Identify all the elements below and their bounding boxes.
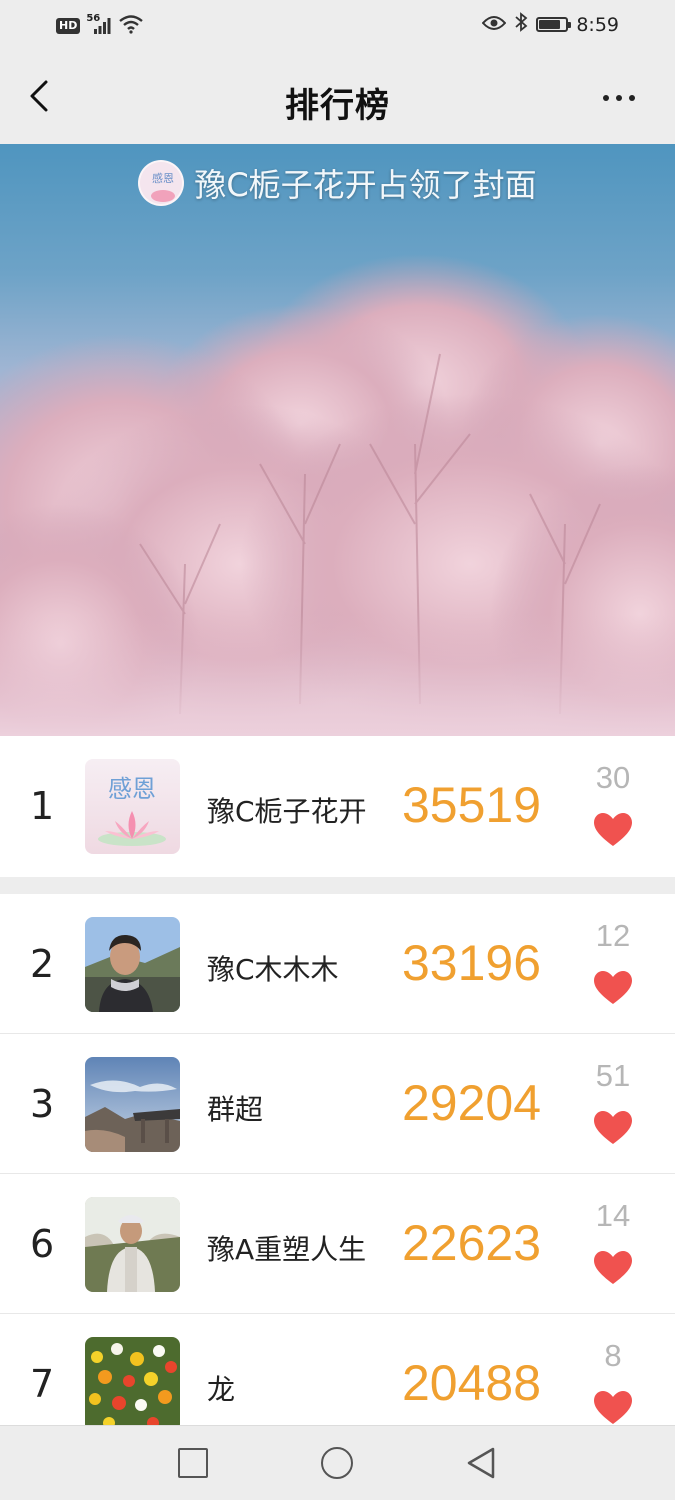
like-count: 30 xyxy=(595,760,631,795)
rank-number: 6 xyxy=(30,1222,55,1266)
battery-icon xyxy=(536,17,572,32)
status-time: 8:59 xyxy=(576,13,619,36)
signal-icon: 56 xyxy=(86,13,112,35)
ranking-list: 1 感恩 豫C栀子花开 35519 30 2 豫C木木木 33196 12 3 … xyxy=(0,736,675,1454)
nav-bar: 排行榜 xyxy=(0,50,675,144)
frosted-trees-image xyxy=(0,254,675,736)
user-name: 豫C木木木 xyxy=(207,953,339,986)
more-dot xyxy=(629,95,635,101)
heart-icon[interactable] xyxy=(593,812,633,848)
like-count: 51 xyxy=(595,1058,631,1093)
status-right: 8:59 xyxy=(481,12,619,37)
more-button[interactable] xyxy=(599,88,639,108)
ranking-row[interactable]: 1 感恩 豫C栀子花开 35519 30 xyxy=(0,736,675,877)
bluetooth-icon xyxy=(514,12,528,37)
heart-icon[interactable] xyxy=(593,1110,633,1146)
ranking-row[interactable]: 3 群超 29204 51 xyxy=(0,1034,675,1174)
score: 29204 xyxy=(402,1075,542,1131)
user-name: 群超 xyxy=(207,1093,264,1126)
cover-image[interactable]: 感恩 豫C栀子花开占领了封面 xyxy=(0,144,675,736)
status-bar: HD 56 8:59 xyxy=(0,0,675,50)
wifi-icon xyxy=(118,14,144,38)
cover-avatar-text: 感恩 xyxy=(152,172,174,185)
status-left: HD 56 xyxy=(56,13,144,38)
hd-badge: HD xyxy=(56,18,81,34)
heart-icon[interactable] xyxy=(593,970,633,1006)
more-dot xyxy=(616,95,622,101)
heart-icon[interactable] xyxy=(593,1390,633,1426)
home-button[interactable] xyxy=(321,1447,353,1479)
cover-owner: 感恩 豫C栀子花开占领了封面 xyxy=(0,160,675,206)
section-divider xyxy=(0,877,675,894)
page-title: 排行榜 xyxy=(285,86,390,126)
ranking-row[interactable]: 6 豫A重塑人生 22623 14 xyxy=(0,1174,675,1314)
rank-number: 2 xyxy=(30,942,55,986)
cover-owner-avatar[interactable]: 感恩 xyxy=(138,160,185,206)
user-name: 豫C栀子花开 xyxy=(207,795,367,828)
system-back-button[interactable] xyxy=(465,1446,497,1480)
more-dots-icon xyxy=(603,95,609,101)
cover-owner-text: 豫C栀子花开占领了封面 xyxy=(194,166,537,204)
like-count: 14 xyxy=(595,1198,631,1233)
system-navigation-bar xyxy=(0,1425,675,1500)
score: 20488 xyxy=(402,1355,542,1411)
ranking-row[interactable]: 2 豫C木木木 33196 12 xyxy=(0,894,675,1034)
score: 22623 xyxy=(402,1215,542,1271)
like-count: 8 xyxy=(604,1338,622,1373)
avatar[interactable] xyxy=(85,917,180,1012)
like-count: 12 xyxy=(595,918,631,953)
avatar[interactable] xyxy=(85,1337,180,1432)
user-name: 龙 xyxy=(207,1373,236,1406)
user-name: 豫A重塑人生 xyxy=(207,1233,367,1266)
avatar[interactable]: 感恩 xyxy=(85,759,180,854)
avatar[interactable] xyxy=(85,1197,180,1292)
eye-icon xyxy=(481,14,507,36)
score: 35519 xyxy=(402,777,542,833)
rank-number: 1 xyxy=(30,784,55,828)
rank-number: 7 xyxy=(30,1362,55,1406)
score: 33196 xyxy=(402,935,542,991)
heart-icon[interactable] xyxy=(593,1250,633,1286)
recent-apps-button[interactable] xyxy=(178,1448,208,1478)
avatar-text: 感恩 xyxy=(108,775,156,803)
avatar[interactable] xyxy=(85,1057,180,1152)
rank-number: 3 xyxy=(30,1082,55,1126)
